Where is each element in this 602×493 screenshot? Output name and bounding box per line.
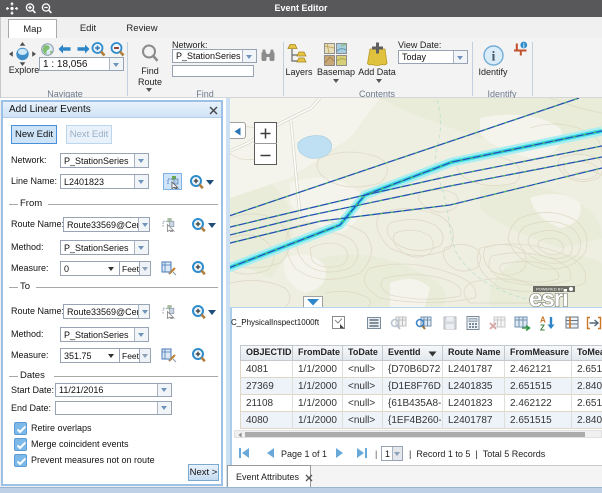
svg-text:Z: Z <box>540 324 545 332</box>
svg-text:i: i <box>492 50 496 65</box>
svg-text:esri: esri <box>529 286 568 308</box>
